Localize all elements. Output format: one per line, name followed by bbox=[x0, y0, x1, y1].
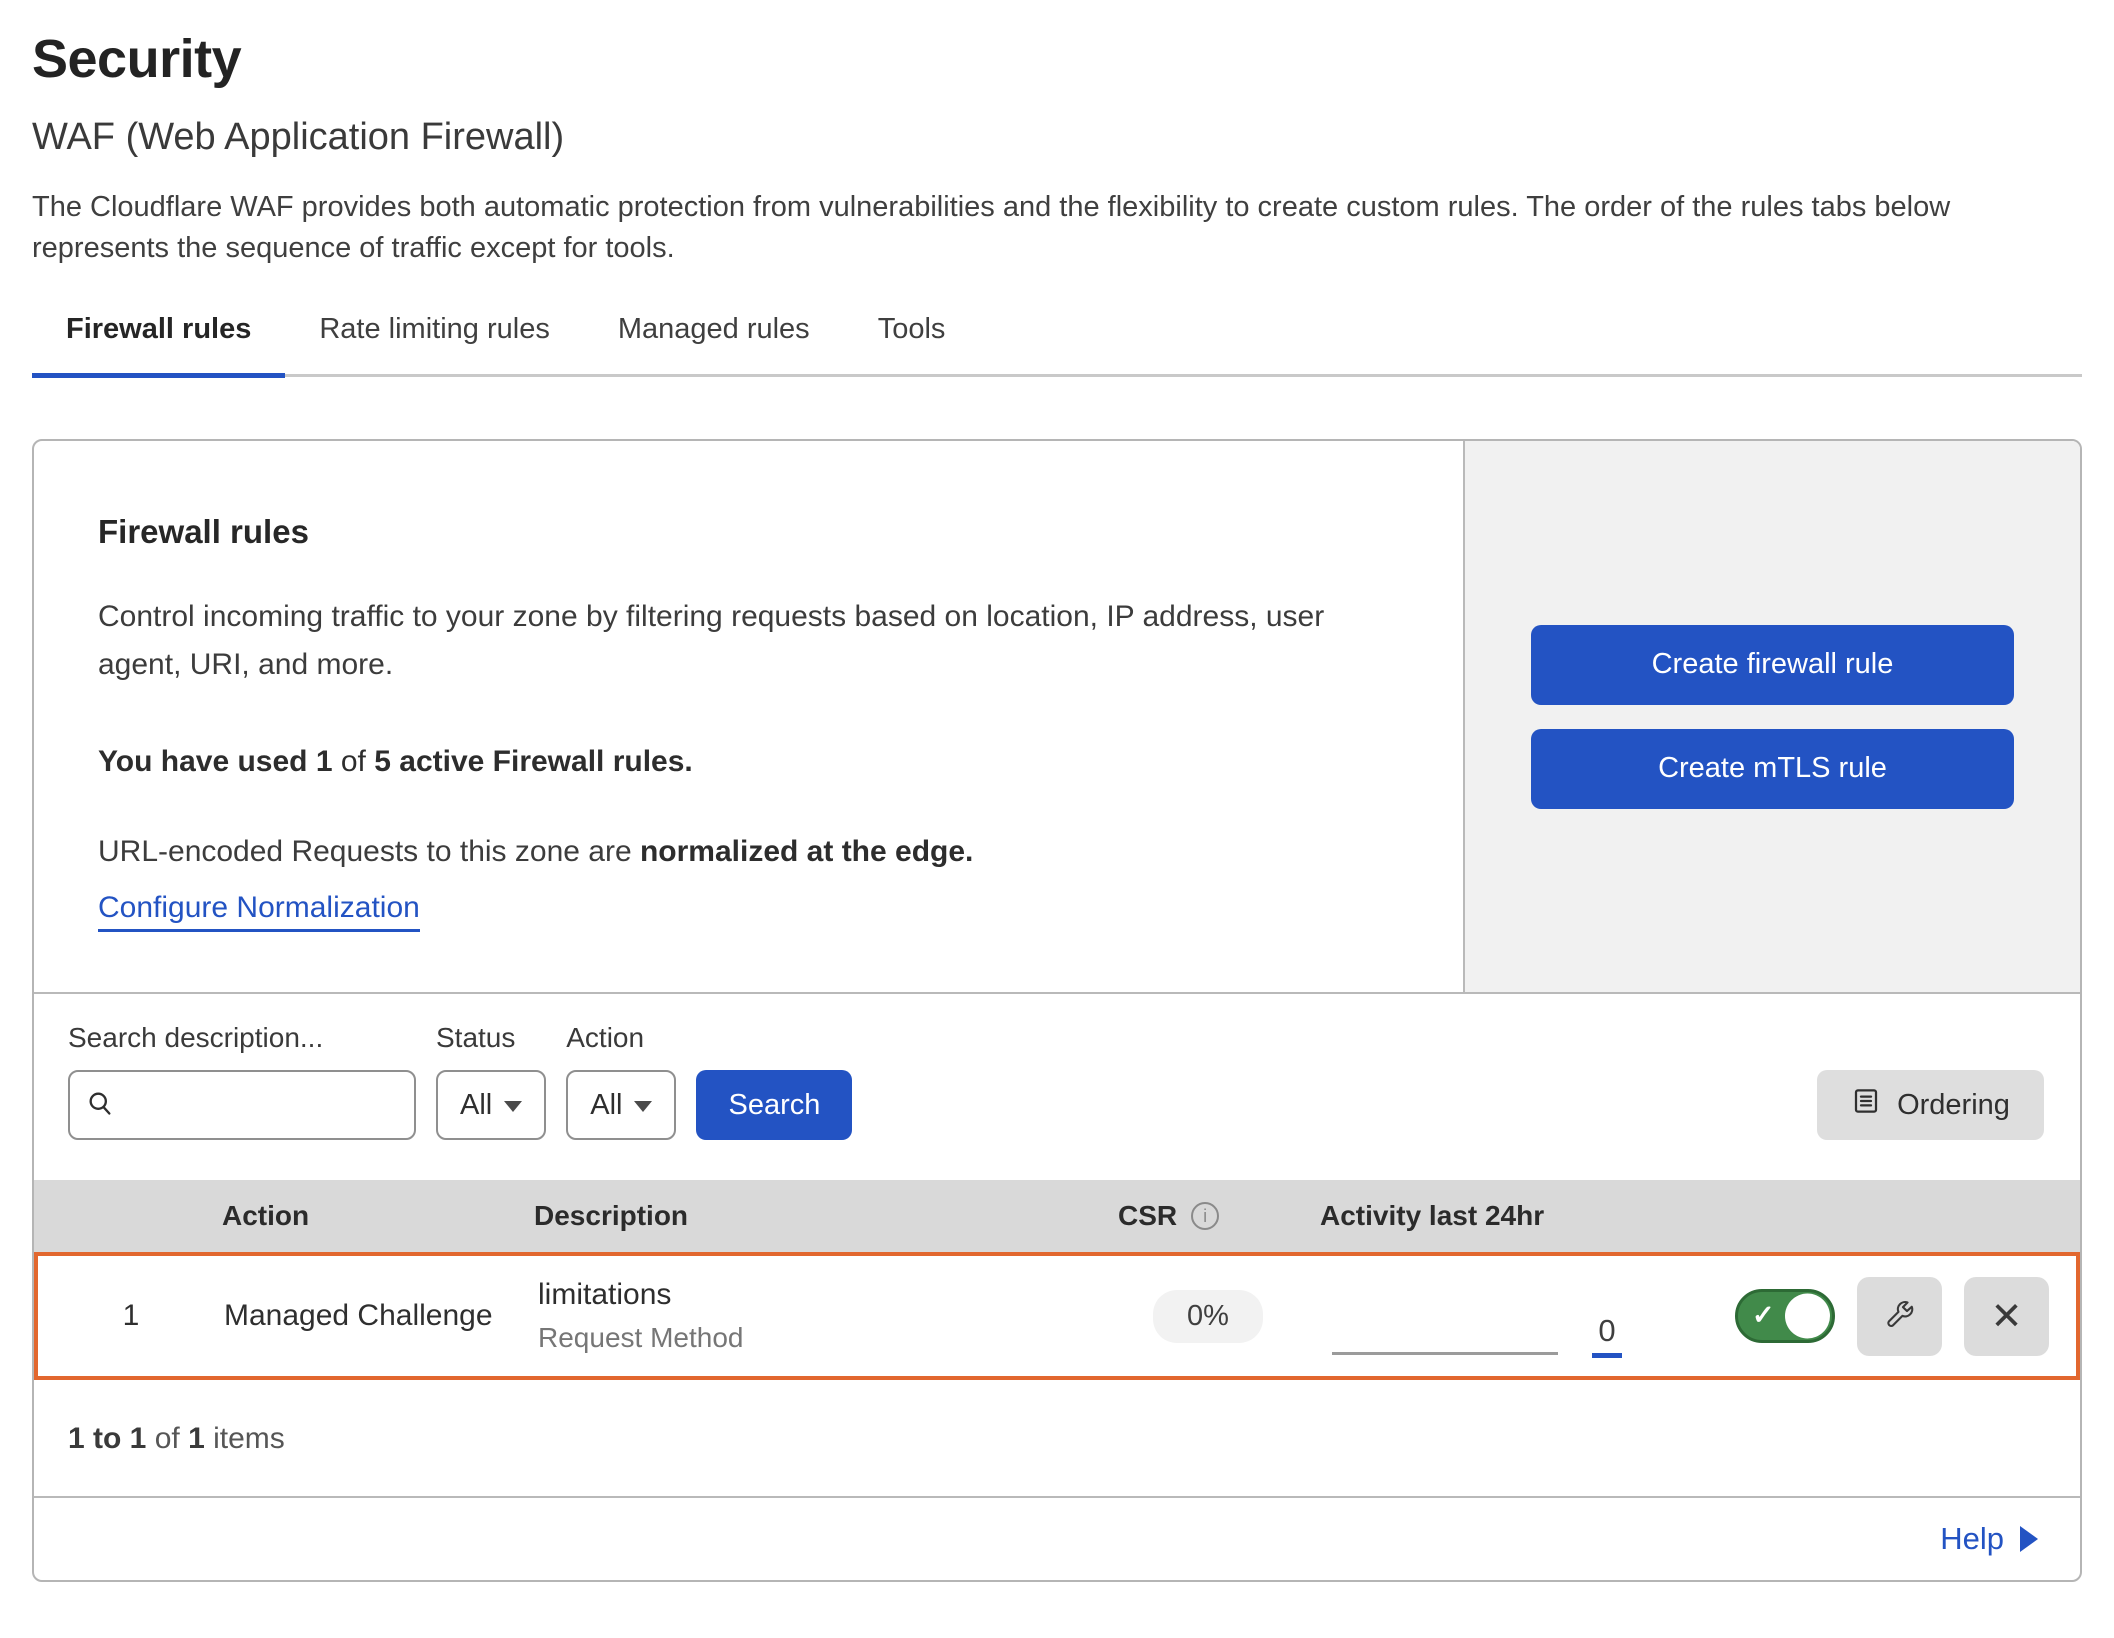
normalization-text: URL-encoded Requests to this zone are bbox=[98, 835, 640, 868]
page-title: Security bbox=[32, 28, 2082, 90]
rule-controls: ✓ ✕ bbox=[1648, 1277, 2076, 1356]
action-filter-group: Action All bbox=[566, 1022, 676, 1140]
rule-csr-cell: 0% bbox=[1098, 1290, 1318, 1343]
action-select[interactable]: All bbox=[566, 1070, 676, 1140]
usage-line: You have used 1 of 5 active Firewall rul… bbox=[98, 745, 1399, 779]
configure-normalization-link[interactable]: Configure Normalization bbox=[98, 891, 420, 932]
overview-heading: Firewall rules bbox=[98, 513, 1399, 551]
search-description-group: Search description... bbox=[68, 1022, 416, 1140]
search-icon bbox=[86, 1089, 114, 1122]
column-header-description: Description bbox=[534, 1200, 1094, 1232]
chevron-down-icon bbox=[504, 1101, 522, 1112]
column-header-activity: Activity last 24hr bbox=[1314, 1200, 1644, 1232]
delete-rule-button[interactable]: ✕ bbox=[1964, 1277, 2049, 1356]
page-description: The Cloudflare WAF provides both automat… bbox=[32, 187, 2082, 269]
usage-mid: of bbox=[333, 745, 375, 778]
check-icon: ✓ bbox=[1752, 1300, 1775, 1331]
rule-enabled-toggle[interactable]: ✓ bbox=[1735, 1289, 1835, 1343]
items-of: of bbox=[146, 1422, 188, 1455]
items-summary: 1 to 1 of 1 items bbox=[34, 1380, 2080, 1496]
normalization-line: URL-encoded Requests to this zone are no… bbox=[98, 835, 1399, 869]
csr-header-label: CSR bbox=[1118, 1200, 1177, 1232]
ordering-button-label: Ordering bbox=[1897, 1089, 2010, 1122]
wrench-icon bbox=[1883, 1298, 1917, 1335]
ordering-button[interactable]: Ordering bbox=[1817, 1070, 2044, 1140]
card-footer: Help bbox=[34, 1496, 2080, 1580]
status-select-value: All bbox=[460, 1089, 492, 1122]
ordering-list-icon bbox=[1851, 1086, 1881, 1124]
rule-description[interactable]: limitations bbox=[538, 1278, 1098, 1312]
overview-section: Firewall rules Control incoming traffic … bbox=[34, 441, 2080, 994]
help-link[interactable]: Help bbox=[1940, 1521, 2038, 1557]
tab-rate-limiting-rules[interactable]: Rate limiting rules bbox=[285, 313, 583, 378]
search-input[interactable] bbox=[124, 1090, 459, 1121]
security-waf-page: Security WAF (Web Application Firewall) … bbox=[0, 0, 2114, 1582]
status-select[interactable]: All bbox=[436, 1070, 546, 1140]
search-description-label: Search description... bbox=[68, 1022, 416, 1054]
chevron-down-icon bbox=[634, 1101, 652, 1112]
rule-description-cell: limitations Request Method bbox=[538, 1278, 1098, 1354]
activity-count: 0 bbox=[1598, 1315, 1615, 1346]
usage-bold-start: You have used 1 bbox=[98, 745, 333, 778]
tab-tools[interactable]: Tools bbox=[844, 313, 980, 378]
rule-priority: 1 bbox=[38, 1299, 224, 1333]
toggle-knob bbox=[1785, 1294, 1830, 1339]
overview-description: Control incoming traffic to your zone by… bbox=[98, 593, 1378, 689]
activity-count-link[interactable]: 0 bbox=[1592, 1315, 1622, 1358]
column-header-action: Action bbox=[220, 1200, 534, 1232]
items-range: 1 to 1 bbox=[68, 1422, 146, 1455]
create-actions-panel: Create firewall rule Create mTLS rule bbox=[1463, 441, 2080, 992]
activity-sparkline bbox=[1332, 1352, 1558, 1355]
action-label: Action bbox=[566, 1022, 676, 1054]
tab-firewall-rules[interactable]: Firewall rules bbox=[32, 313, 285, 378]
search-input-box[interactable] bbox=[68, 1070, 416, 1140]
create-mtls-rule-button[interactable]: Create mTLS rule bbox=[1531, 729, 2014, 809]
csr-badge: 0% bbox=[1153, 1290, 1263, 1343]
status-label: Status bbox=[436, 1022, 546, 1054]
overview-text-panel: Firewall rules Control incoming traffic … bbox=[34, 441, 1463, 992]
tab-managed-rules[interactable]: Managed rules bbox=[584, 313, 844, 378]
column-header-csr: CSR i bbox=[1094, 1200, 1314, 1232]
usage-bold-end: 5 active Firewall rules. bbox=[374, 745, 693, 778]
activity-count-underline bbox=[1592, 1353, 1622, 1358]
items-total: 1 bbox=[188, 1422, 205, 1455]
search-button[interactable]: Search bbox=[696, 1070, 852, 1140]
create-firewall-rule-button[interactable]: Create firewall rule bbox=[1531, 625, 2014, 705]
arrow-right-icon bbox=[2020, 1526, 2038, 1552]
items-word: items bbox=[205, 1422, 285, 1455]
table-row-rule-1: 1 Managed Challenge limitations Request … bbox=[34, 1252, 2080, 1380]
rule-action: Managed Challenge bbox=[224, 1299, 538, 1333]
normalization-bold: normalized at the edge. bbox=[640, 835, 973, 868]
filter-bar: Search description... Status All bbox=[34, 994, 2080, 1180]
rules-table-header: Action Description CSR i Activity last 2… bbox=[34, 1180, 2080, 1252]
edit-rule-button[interactable] bbox=[1857, 1277, 1942, 1356]
status-filter-group: Status All bbox=[436, 1022, 546, 1140]
rule-activity-cell: 0 bbox=[1318, 1256, 1648, 1376]
rule-expression-summary: Request Method bbox=[538, 1322, 1098, 1354]
rules-tab-bar: Firewall rules Rate limiting rules Manag… bbox=[32, 313, 2082, 377]
firewall-rules-card: Firewall rules Control incoming traffic … bbox=[32, 439, 2082, 1582]
page-subtitle: WAF (Web Application Firewall) bbox=[32, 116, 2082, 159]
close-icon: ✕ bbox=[1991, 1294, 2023, 1339]
info-icon[interactable]: i bbox=[1191, 1202, 1219, 1230]
help-label: Help bbox=[1940, 1521, 2004, 1557]
action-select-value: All bbox=[590, 1089, 622, 1122]
